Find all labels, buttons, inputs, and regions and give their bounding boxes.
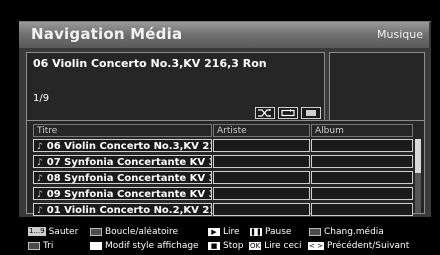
track-artist-cell — [213, 203, 310, 216]
ok-key-icon: OK — [249, 241, 262, 250]
play-key-icon: ▶ — [208, 227, 220, 236]
track-title-cell: ♪ 01 Violin Concerto No.2,KV 21.. — [33, 203, 212, 216]
track-rows: ♪ 06 Violin Concerto No.3,KV 21.. ♪ 07 Syn… — [33, 139, 413, 219]
legend-skip-label: Sauter — [48, 226, 79, 237]
legend-sort: Tri — [28, 240, 53, 251]
music-note-icon: ♪ — [37, 206, 43, 216]
legend-sort-label: Tri — [43, 240, 54, 251]
page-title: Navigation Média — [31, 25, 183, 43]
legend-display-style-label: Modif style affichage — [105, 240, 199, 251]
legend-play: ▶ Lire — [208, 226, 240, 237]
blue-key-icon — [309, 227, 321, 236]
track-title-text: 09 Synfonia Concertante KV 3... — [46, 189, 212, 200]
scrollbar-thumb[interactable] — [415, 139, 421, 173]
legend-loop-label: Boucle/aléatoire — [105, 226, 179, 237]
green-key-icon — [90, 227, 102, 236]
table-row[interactable]: ♪ 09 Synfonia Concertante KV 3... — [33, 187, 413, 200]
column-header-title[interactable]: Titre — [33, 124, 212, 137]
track-title-cell: ♪ 06 Violin Concerto No.3,KV 21.. — [33, 139, 212, 152]
legend-prev-next-label: Précédent/Suivant — [326, 240, 410, 251]
legend-change-media: Chang.média — [309, 226, 384, 237]
music-note-icon: ♪ — [37, 158, 43, 168]
table-row[interactable]: ♪ 08 Synfonia Concertante KV 3... — [33, 171, 413, 184]
title-bar: Navigation Média Musique — [19, 22, 429, 48]
left-right-key-icon: < > — [308, 241, 324, 250]
track-title-text: 06 Violin Concerto No.3,KV 21.. — [46, 141, 212, 152]
music-note-icon: ♪ — [37, 174, 43, 184]
column-header-artist[interactable]: Artiste — [213, 124, 310, 137]
scrollbar[interactable] — [415, 139, 421, 213]
track-title-text: 01 Violin Concerto No.2,KV 21.. — [46, 205, 212, 216]
yellow-key-icon — [90, 241, 102, 250]
legend-play-this-label: Lire ceci — [264, 240, 302, 251]
track-album-cell — [311, 139, 413, 152]
repeat-button[interactable] — [278, 107, 298, 119]
music-note-icon: ♪ — [37, 142, 43, 152]
column-header-album[interactable]: Album — [311, 124, 413, 137]
track-title-cell: ♪ 09 Synfonia Concertante KV 3... — [33, 187, 212, 200]
track-album-cell — [311, 203, 413, 216]
track-album-cell — [311, 155, 413, 168]
track-counter: 1/9 — [33, 93, 50, 104]
legend-display-style: Modif style affichage — [90, 240, 199, 251]
track-title-text: 08 Synfonia Concertante KV 3... — [46, 173, 212, 184]
track-album-cell — [311, 187, 413, 200]
track-title-cell: ♪ 07 Synfonia Concertante KV 3... — [33, 155, 212, 168]
table-row[interactable]: ♪ 07 Synfonia Concertante KV 3... — [33, 155, 413, 168]
stop-icon — [306, 110, 316, 116]
legend-skip: 1...9 Sauter — [28, 226, 78, 237]
shuffle-icon — [258, 109, 271, 117]
legend-play-label: Lire — [223, 226, 240, 237]
track-artist-cell — [213, 139, 310, 152]
track-artist-cell — [213, 187, 310, 200]
track-album-cell — [311, 171, 413, 184]
pause-key-icon: ❚❚ — [250, 227, 262, 236]
repeat-icon — [281, 109, 295, 117]
button-legend: 1...9 Sauter Boucle/aléatoire ▶ Lire ❚❚ … — [0, 225, 440, 255]
legend-stop-label: Stop — [223, 240, 244, 251]
track-artist-cell — [213, 171, 310, 184]
media-mode-label: Musique — [377, 28, 423, 41]
red-key-icon — [28, 241, 40, 250]
legend-stop: ■ Stop — [208, 240, 243, 251]
track-title-text: 07 Synfonia Concertante KV 3... — [46, 157, 212, 168]
stop-key-icon: ■ — [208, 241, 220, 250]
track-artist-cell — [213, 155, 310, 168]
stop-button[interactable] — [301, 107, 321, 119]
legend-prev-next: < > Précédent/Suivant — [308, 240, 409, 251]
legend-change-media-label: Chang.média — [324, 226, 384, 237]
shuffle-button[interactable] — [255, 107, 275, 119]
legend-pause: ❚❚ Pause — [250, 226, 291, 237]
music-note-icon: ♪ — [37, 190, 43, 200]
now-playing-title: 06 Violin Concerto No.3,KV 216,3 Ron — [33, 57, 267, 70]
legend-pause-label: Pause — [265, 226, 292, 237]
media-browser-window: Navigation Média Musique 06 Violin Conce… — [19, 21, 431, 217]
number-keys-icon: 1...9 — [28, 227, 46, 236]
legend-loop-shuffle: Boucle/aléatoire — [90, 226, 178, 237]
track-list-header: Titre Artiste Album — [33, 124, 413, 137]
table-row[interactable]: ♪ 01 Violin Concerto No.2,KV 21.. — [33, 203, 413, 216]
track-list: Titre Artiste Album ♪ 06 Violin Concerto … — [26, 120, 425, 216]
track-title-cell: ♪ 08 Synfonia Concertante KV 3... — [33, 171, 212, 184]
table-row[interactable]: ♪ 06 Violin Concerto No.3,KV 21.. — [33, 139, 413, 152]
legend-play-this: OK Lire ceci — [249, 240, 301, 251]
